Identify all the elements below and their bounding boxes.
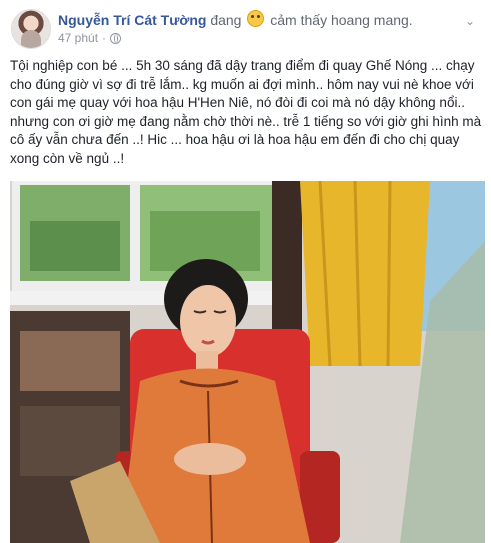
post-header: Nguyễn Trí Cát Tường đang cảm thấy hoang… [58,10,413,28]
shelf-compartment [20,331,120,391]
photo-illustration [10,181,485,543]
feeling-prefix: đang [210,12,242,28]
post-meta: 47 phút · [58,31,122,45]
post-photo[interactable] [10,181,485,543]
confounded-face-icon [247,10,265,27]
folded-hands [174,443,246,475]
author-name-link[interactable]: Nguyễn Trí Cát Tường [58,12,206,28]
facebook-post: Nguyễn Trí Cát Tường đang cảm thấy hoang… [0,0,491,543]
neck [196,351,218,371]
post-timestamp[interactable]: 47 phút [58,31,98,45]
shelf-compartment-lower [20,406,120,476]
face [180,285,236,357]
globe-icon[interactable] [110,32,122,44]
feeling-text: cảm thấy hoang mang. [270,12,413,28]
post-body-text: Tội nghiệp con bé ... 5h 30 sáng đã dậy … [10,58,482,166]
more-options-icon[interactable]: ⌄ [463,15,477,27]
foliage-left [30,221,120,271]
window-sill [10,291,290,305]
meta-separator: · [102,31,107,45]
author-avatar[interactable] [11,9,51,49]
yellow-curtain [300,181,430,366]
